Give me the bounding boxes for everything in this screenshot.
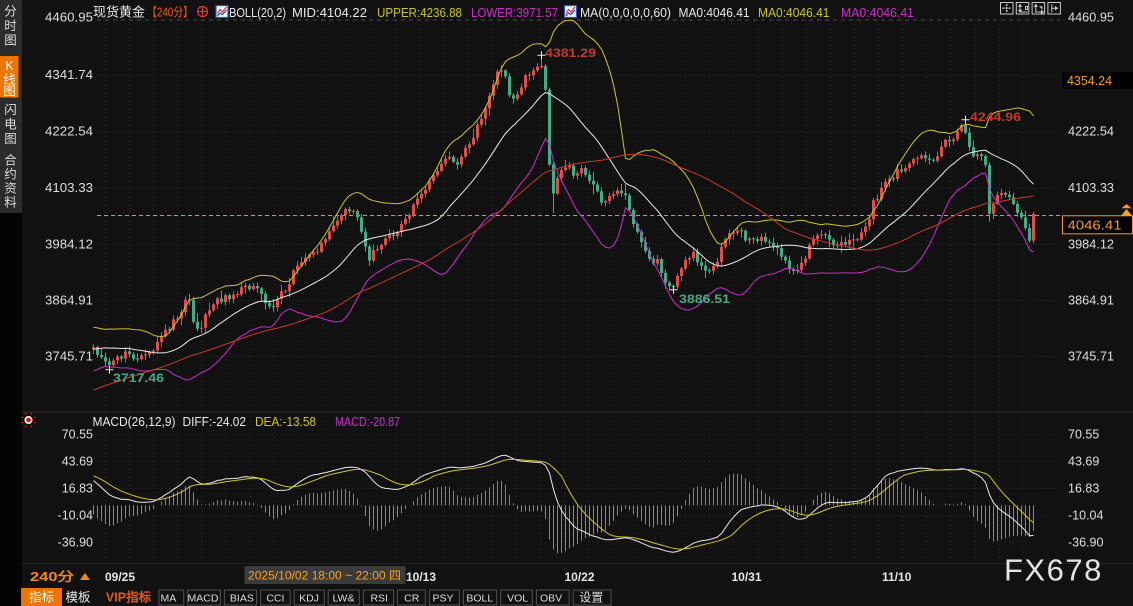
svg-text:时: 时 [4,19,17,33]
svg-text:VOL: VOL [507,593,528,605]
svg-text:MA: MA [161,593,177,605]
svg-text:4222.54: 4222.54 [45,124,93,138]
svg-text:MA(0,0,0,0,0,60): MA(0,0,0,0,0,60) [580,5,671,20]
svg-text:MACD:-20.87: MACD:-20.87 [335,414,400,429]
svg-text:PSY: PSY [432,593,453,605]
svg-text:11/10: 11/10 [882,570,912,584]
svg-text:【240分】: 【240分】 [147,6,193,20]
svg-text:4381.29: 4381.29 [545,46,596,60]
svg-text:MID:4104.22: MID:4104.22 [292,5,367,20]
svg-text:4354.24: 4354.24 [1067,74,1112,88]
svg-text:4103.33: 4103.33 [1068,181,1114,195]
svg-text:合: 合 [4,153,17,168]
svg-text:MA0:4046.41: MA0:4046.41 [758,5,830,20]
svg-text:4103.33: 4103.33 [45,181,93,195]
svg-text:现货黄金: 现货黄金 [93,5,145,20]
svg-text:指标: 指标 [29,590,54,605]
svg-text:MACD: MACD [188,593,219,605]
svg-text:FX678: FX678 [1004,553,1103,588]
svg-text:10/13: 10/13 [406,570,436,584]
svg-text:3984.12: 3984.12 [45,237,93,251]
svg-text:4046.41: 4046.41 [1068,219,1122,233]
svg-text:10/31: 10/31 [732,570,762,584]
svg-text:43.69: 43.69 [62,455,93,469]
svg-text:LW&: LW& [333,593,355,605]
svg-text:VIP指标: VIP指标 [106,590,152,605]
svg-text:设置: 设置 [579,591,603,605]
svg-text:-10.04: -10.04 [58,509,93,523]
svg-text:4460.95: 4460.95 [1068,11,1114,25]
svg-text:电: 电 [4,118,17,132]
svg-text:BOLL: BOLL [466,593,493,605]
svg-text:4460.95: 4460.95 [45,11,93,25]
svg-text:09/25: 09/25 [105,570,135,584]
svg-text:2025/10/02 18:00 ~ 22:00 四: 2025/10/02 18:00 ~ 22:00 四 [248,569,401,583]
svg-text:3886.51: 3886.51 [679,292,730,306]
svg-text:10/22: 10/22 [565,570,595,584]
svg-text:UPPER:4236.88: UPPER:4236.88 [377,5,462,20]
svg-text:LOWER:3971.57: LOWER:3971.57 [471,5,558,20]
svg-text:3717.46: 3717.46 [113,371,164,385]
svg-text:3864.91: 3864.91 [45,293,93,307]
svg-text:MA0:4046.41: MA0:4046.41 [679,5,750,20]
svg-text:-36.90: -36.90 [58,536,93,550]
svg-text:BOLL(20,2): BOLL(20,2) [229,5,286,20]
svg-text:4244.96: 4244.96 [970,110,1021,124]
svg-text:3984.12: 3984.12 [1068,237,1114,251]
svg-text:-36.90: -36.90 [1068,536,1103,550]
svg-text:-10.04: -10.04 [1068,509,1103,523]
svg-text:OBV: OBV [540,593,562,605]
svg-text:CR: CR [404,593,420,605]
svg-text:3864.91: 3864.91 [1068,293,1114,307]
svg-text:RSI: RSI [370,593,388,605]
svg-text:CCI: CCI [266,593,284,605]
svg-text:240分: 240分 [30,569,75,584]
svg-text:16.83: 16.83 [1068,482,1099,496]
svg-text:70.55: 70.55 [1068,428,1099,442]
svg-text:K: K [5,59,14,73]
svg-text:约: 约 [4,167,17,182]
svg-text:料: 料 [4,196,17,210]
svg-text:图: 图 [3,85,16,99]
svg-text:KDJ: KDJ [299,593,319,605]
svg-text:BIAS: BIAS [230,593,254,605]
svg-text:图: 图 [4,132,17,146]
svg-text:闪: 闪 [4,103,17,117]
svg-text:DIFF:-24.02: DIFF:-24.02 [183,414,247,429]
svg-text:DEA:-13.58: DEA:-13.58 [255,414,316,429]
svg-text:MACD(26,12,9): MACD(26,12,9) [93,414,176,429]
svg-text:16.83: 16.83 [62,482,93,496]
svg-text:MA0:4046.41: MA0:4046.41 [841,5,914,20]
svg-text:4222.54: 4222.54 [1068,124,1114,138]
svg-text:图: 图 [4,34,17,48]
svg-text:70.55: 70.55 [62,428,93,442]
svg-text:3745.71: 3745.71 [45,349,93,363]
svg-text:模板: 模板 [65,591,91,605]
svg-text:分: 分 [4,5,17,19]
svg-text:资: 资 [4,182,17,196]
svg-text:3745.71: 3745.71 [1068,349,1114,363]
svg-text:4341.74: 4341.74 [45,68,93,82]
svg-text:43.69: 43.69 [1068,455,1099,469]
